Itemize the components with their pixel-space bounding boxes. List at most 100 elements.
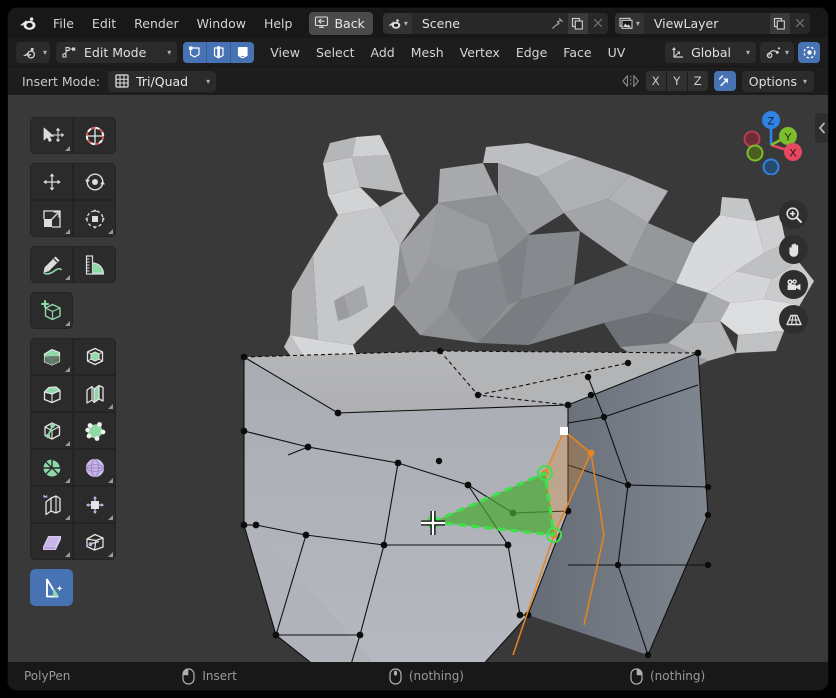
vertex-select-mode-button[interactable] [183,41,208,63]
gizmo-axis-neg-y [746,144,764,162]
add-cube-tool[interactable] [30,292,73,329]
scene-new-button[interactable] [567,12,588,34]
blender-window: File Edit Render Window Help Back ▾ Scen… [8,8,828,690]
scene-browse-button[interactable]: ▾ [382,12,412,34]
viewlayer-new-button[interactable] [769,12,790,34]
insert-mode-label: Insert Mode: [22,73,101,89]
loop-cut-icon [85,384,104,404]
tool-group-annotate [30,246,116,283]
spin-icon [43,458,61,476]
viewport-menu-mesh[interactable]: Mesh [403,42,452,63]
inset-faces-icon [86,347,103,365]
polypen-icon [45,578,62,597]
shrink-fatten-tool[interactable] [73,486,116,523]
proportional-editing-button[interactable] [798,41,820,63]
back-to-previous-icon [314,15,329,32]
measure-tool[interactable] [73,246,116,283]
topology-mirror-button[interactable] [713,71,736,91]
orientation-label: Global [691,44,731,60]
spin-tool[interactable] [30,449,73,486]
viewport-menu-add[interactable]: Add [363,42,403,63]
sidebar-toggle[interactable] [815,113,828,143]
poly-build-tool[interactable] [73,412,116,449]
rip-region-icon [85,533,104,551]
rotate-tool[interactable] [73,163,116,200]
status-right-mouse-label: (nothing) [650,669,706,683]
scene-name[interactable]: Scene [412,16,548,31]
scene-delete-button[interactable] [588,13,608,34]
back-button[interactable]: Back [309,11,373,35]
face-select-mode-button[interactable] [231,41,255,63]
new-scene-icon [572,17,584,30]
editor-type-button[interactable]: ▾ [16,41,51,63]
menu-file[interactable]: File [44,12,83,35]
edge-select-mode-button[interactable] [207,41,232,63]
3d-viewport[interactable]: Z Y X [8,95,828,662]
transform-orientation-selector[interactable]: Global ▾ [665,41,756,63]
viewport-menu-edge[interactable]: Edge [508,42,555,63]
new-viewlayer-icon [774,17,786,30]
camera-view-button[interactable] [779,270,808,299]
mirror-axis-y[interactable]: Y [666,71,687,91]
rotate-icon [84,173,105,190]
mode-label: Edit Mode [84,44,147,60]
options-button[interactable]: Options ▾ [741,70,814,92]
move-tool[interactable] [30,163,73,200]
viewport-menu-face[interactable]: Face [555,42,599,63]
knife-tool[interactable] [30,412,73,449]
menu-edit[interactable]: Edit [83,12,125,35]
viewlayer-name[interactable]: ViewLayer [644,16,770,31]
annotate-tool[interactable] [30,246,73,283]
transform-tool[interactable] [73,200,116,237]
move-view-button[interactable] [779,235,808,264]
menu-render[interactable]: Render [125,12,188,35]
inset-faces-tool[interactable] [73,338,116,375]
mirror-axis-z[interactable]: Z [687,71,708,91]
zoom-view-button[interactable] [779,200,808,229]
close-x-icon [795,18,804,28]
viewlayer-delete-button[interactable] [790,13,810,34]
edge-slide-tool[interactable] [30,486,73,523]
navigation-gizmo[interactable]: Z Y X [736,105,806,176]
tool-group-add [30,292,73,329]
smooth-tool[interactable] [73,449,116,486]
scene-browse-icon [388,19,401,29]
add-cube-icon [40,299,61,320]
rip-region-tool[interactable] [73,523,116,560]
perspective-grid-icon [785,314,802,325]
loop-cut-tool[interactable] [73,375,116,412]
polypen-tool[interactable] [30,569,73,606]
bevel-tool[interactable] [30,375,73,412]
scale-tool[interactable] [30,200,73,237]
viewlayer-browse-button[interactable]: ▾ [614,12,644,34]
viewport-menu-uv[interactable]: UV [600,42,634,63]
mouse-left-button-icon [182,667,195,685]
editor-type-icon [23,47,36,59]
camera-icon [786,278,800,290]
viewport-menu-select[interactable]: Select [308,42,363,63]
status-left-mouse-label: Insert [202,669,237,683]
mirror-icon [622,75,640,88]
viewport-menu-vertex[interactable]: Vertex [452,42,508,63]
viewport-menu-view[interactable]: View [262,42,308,63]
insert-mode-selector[interactable]: Tri/Quad ▾ [108,70,217,92]
blender-logo-icon[interactable] [14,12,40,34]
snap-button[interactable]: ▾ [759,41,794,63]
chevron-down-icon: ▾ [167,47,172,57]
bevel-icon [43,385,61,403]
chevron-down-icon: ▾ [206,76,211,86]
scene-pin-button[interactable] [548,13,568,34]
gizmo-label-y: Y [784,132,792,144]
menu-window[interactable]: Window [188,12,255,35]
mirror-axis-group: X Y Z [645,71,708,91]
shear-tool[interactable] [30,523,73,560]
cursor-tool[interactable] [73,117,116,154]
mode-selector[interactable]: Edit Mode ▾ [56,41,178,63]
mirror-axis-x[interactable]: X [645,71,666,91]
toggle-perspective-button[interactable] [779,305,808,334]
extrude-region-tool[interactable] [30,338,73,375]
cursor-arrow-move-icon [43,127,64,142]
menu-help[interactable]: Help [255,12,302,35]
poly-build-icon [84,421,105,441]
tweak-select-tool[interactable] [30,117,73,154]
